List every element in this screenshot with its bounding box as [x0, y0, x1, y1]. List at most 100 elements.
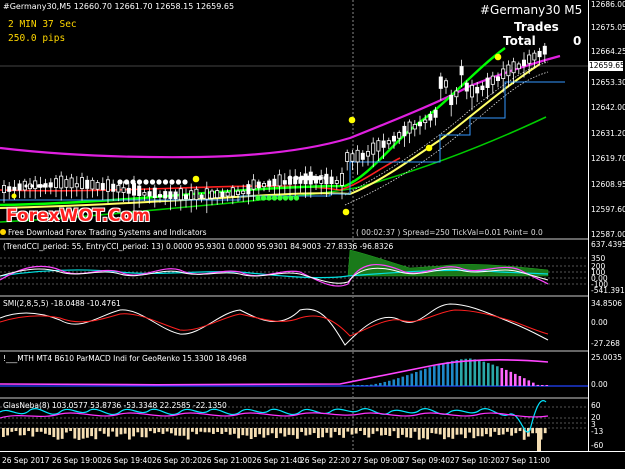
candle-body [80, 177, 85, 189]
candle-body [480, 85, 485, 91]
green-dot-marker [282, 195, 289, 201]
current-price-tag: 12659.65 [589, 61, 625, 71]
time-label: 26 Sep 2017 [2, 456, 50, 465]
candle-body [85, 179, 90, 189]
glasneba-bar [132, 428, 135, 437]
candle-body [475, 86, 480, 94]
candle-body [147, 191, 152, 197]
glasneba-bar [325, 428, 329, 433]
glasneba-bar [170, 428, 173, 434]
glasneba-bar [354, 428, 358, 434]
glasneba-bar [392, 428, 396, 432]
macd-histogram-bar [523, 378, 526, 386]
candle-body [157, 194, 162, 198]
candle-body [33, 180, 38, 190]
glasneba-bar [111, 428, 114, 432]
candle-body [209, 190, 214, 199]
white-dot-marker [136, 179, 143, 185]
glasneba-bar [537, 428, 541, 451]
macd-histogram-bar [410, 373, 414, 386]
candle-body [277, 174, 282, 187]
green-dot-marker [255, 195, 261, 201]
white-dot-marker [317, 175, 323, 181]
macd-histogram-bar [424, 368, 427, 386]
candle-body [2, 185, 7, 193]
macd-histogram-bar [509, 371, 513, 386]
candle-body [220, 191, 225, 198]
glasneba-bar [468, 428, 471, 433]
time-label: 26 Sep 19:40 [102, 456, 153, 465]
glasneba-level: -13 [591, 427, 604, 436]
yellow-dot-marker [348, 116, 356, 124]
glasneba-bar [39, 428, 43, 432]
price-level: 12675.05 [591, 23, 625, 32]
white-dot-marker [305, 175, 311, 181]
smi-level: 0.00 [591, 318, 608, 327]
macd-histogram-bar [491, 364, 495, 386]
white-dot-marker [293, 175, 299, 181]
glasneba-bar [409, 428, 413, 438]
glasneba-bar [321, 428, 324, 438]
glasneba-bar [123, 428, 127, 434]
candle-body [215, 190, 220, 199]
glasneba-bar [165, 428, 169, 432]
candle-body [163, 191, 168, 199]
glasneba-bar [342, 428, 345, 438]
glasneba-bar [451, 428, 455, 439]
smi-level: -27.268 [591, 339, 620, 348]
macd-histogram-bar [451, 360, 454, 386]
glasneba-bar [480, 428, 484, 437]
glasneba-bar [153, 428, 156, 434]
time-label: 27 Sep 10:20 [450, 456, 501, 465]
glasneba-bar [52, 428, 56, 438]
time-label: 26 Sep 20:20 [152, 456, 203, 465]
candle-body [261, 183, 266, 188]
glasneba-bar [506, 428, 509, 432]
macd-histogram-bar [455, 359, 459, 386]
candle-body [459, 66, 464, 76]
glasneba-bar [199, 428, 203, 432]
total-label: Total [503, 34, 536, 48]
glasneba-bar [459, 428, 463, 435]
glasneba-bar [543, 428, 547, 434]
glasneba-bar [56, 428, 60, 440]
green-dot-marker [260, 195, 267, 201]
glasneba-bar [518, 428, 522, 432]
smi-level: 34.8506 [591, 299, 623, 308]
macd-histogram-bar [487, 363, 490, 386]
glasneba-bar [212, 428, 215, 434]
glasneba-bar [489, 428, 492, 437]
glasneba-bar [434, 428, 438, 434]
candle-body [178, 188, 183, 201]
candle-body [360, 152, 365, 160]
glasneba-bar [14, 428, 18, 432]
glasneba-bar [249, 428, 253, 440]
candle-body [168, 191, 173, 199]
candle-body [469, 84, 474, 98]
glasneba-bar [472, 428, 476, 439]
price-level: 12597.60 [591, 205, 625, 214]
chart-window[interactable]: #Germany30,M5 12660.70 12661.70 12658.15… [0, 0, 625, 469]
green-dot-marker [277, 195, 283, 201]
glasneba-bar [157, 428, 161, 433]
glasneba-bar [497, 428, 501, 436]
chart-header: #Germany30,M5 12660.70 12661.70 12658.15… [3, 2, 235, 11]
macd-histogram-bar [383, 381, 387, 386]
candle-body [256, 181, 261, 189]
candle-body [152, 187, 157, 198]
price-level: 12619.70 [591, 154, 625, 163]
candle-body [443, 80, 448, 88]
glasneba-bar [367, 428, 371, 438]
candle-body [282, 180, 287, 185]
candle-body [329, 176, 334, 185]
glasneba-level: 60 [591, 401, 601, 410]
glasneba-bar [493, 428, 497, 432]
cci-level: 637.4395 [591, 240, 625, 249]
glasneba-bar [430, 428, 434, 434]
watermark-logo: ForexWOT.Com [6, 206, 151, 226]
candle-body [412, 124, 417, 130]
candle-body [527, 54, 532, 64]
macd-histogram-bar [392, 379, 396, 386]
white-dot-marker [18, 184, 22, 188]
candle-body [121, 187, 126, 193]
